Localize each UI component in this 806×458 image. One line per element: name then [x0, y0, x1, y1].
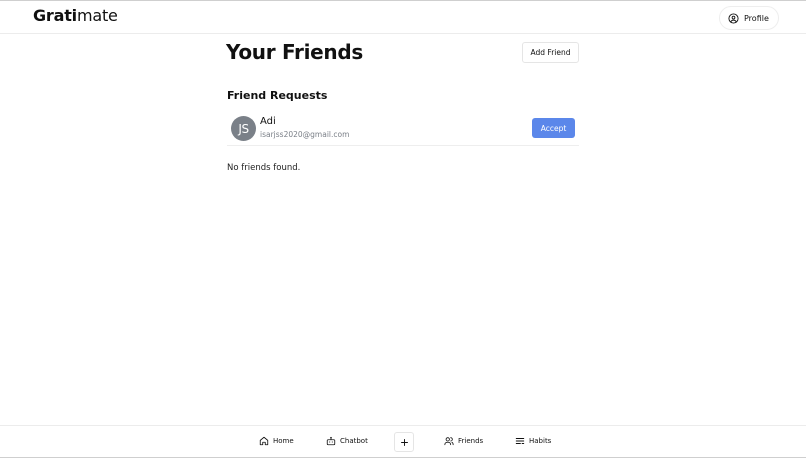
nav-friends-label: Friends	[458, 437, 484, 445]
friend-request-row: JS Adi isarjss2020@gmail.com Accept	[227, 113, 579, 146]
app-header: Gratimate Profile	[0, 1, 806, 34]
users-icon	[444, 437, 454, 446]
nav-habits[interactable]: Habits	[515, 436, 551, 446]
home-icon	[259, 436, 269, 446]
user-circle-icon	[728, 12, 739, 24]
nav-chatbot[interactable]: Chatbot	[326, 436, 368, 446]
request-name: Adi	[260, 116, 276, 127]
request-email: isarjss2020@gmail.com	[260, 130, 350, 139]
profile-button[interactable]: Profile	[719, 6, 779, 30]
nav-chatbot-label: Chatbot	[340, 437, 368, 445]
accept-button[interactable]: Accept	[532, 118, 575, 138]
page-title: Your Friends	[226, 40, 363, 64]
avatar: JS	[231, 116, 256, 141]
no-friends-message: No friends found.	[227, 163, 301, 173]
list-icon	[515, 438, 525, 444]
nav-habits-label: Habits	[529, 437, 552, 445]
plus-icon	[400, 438, 408, 446]
nav-home[interactable]: Home	[259, 436, 294, 446]
nav-friends[interactable]: Friends	[444, 436, 483, 446]
brand-bold-text: Grati	[33, 6, 77, 25]
add-friend-button[interactable]: Add Friend	[522, 42, 579, 63]
profile-label: Profile	[744, 13, 769, 23]
add-button[interactable]	[394, 432, 414, 452]
nav-home-label: Home	[273, 437, 294, 445]
bot-icon	[326, 436, 336, 446]
brand-regular-text: mate	[76, 6, 118, 25]
brand-logo[interactable]: Gratimate	[33, 6, 118, 25]
bottom-nav: Home Chatbot Friends Habits	[0, 425, 806, 458]
friend-requests-heading: Friend Requests	[227, 89, 328, 102]
